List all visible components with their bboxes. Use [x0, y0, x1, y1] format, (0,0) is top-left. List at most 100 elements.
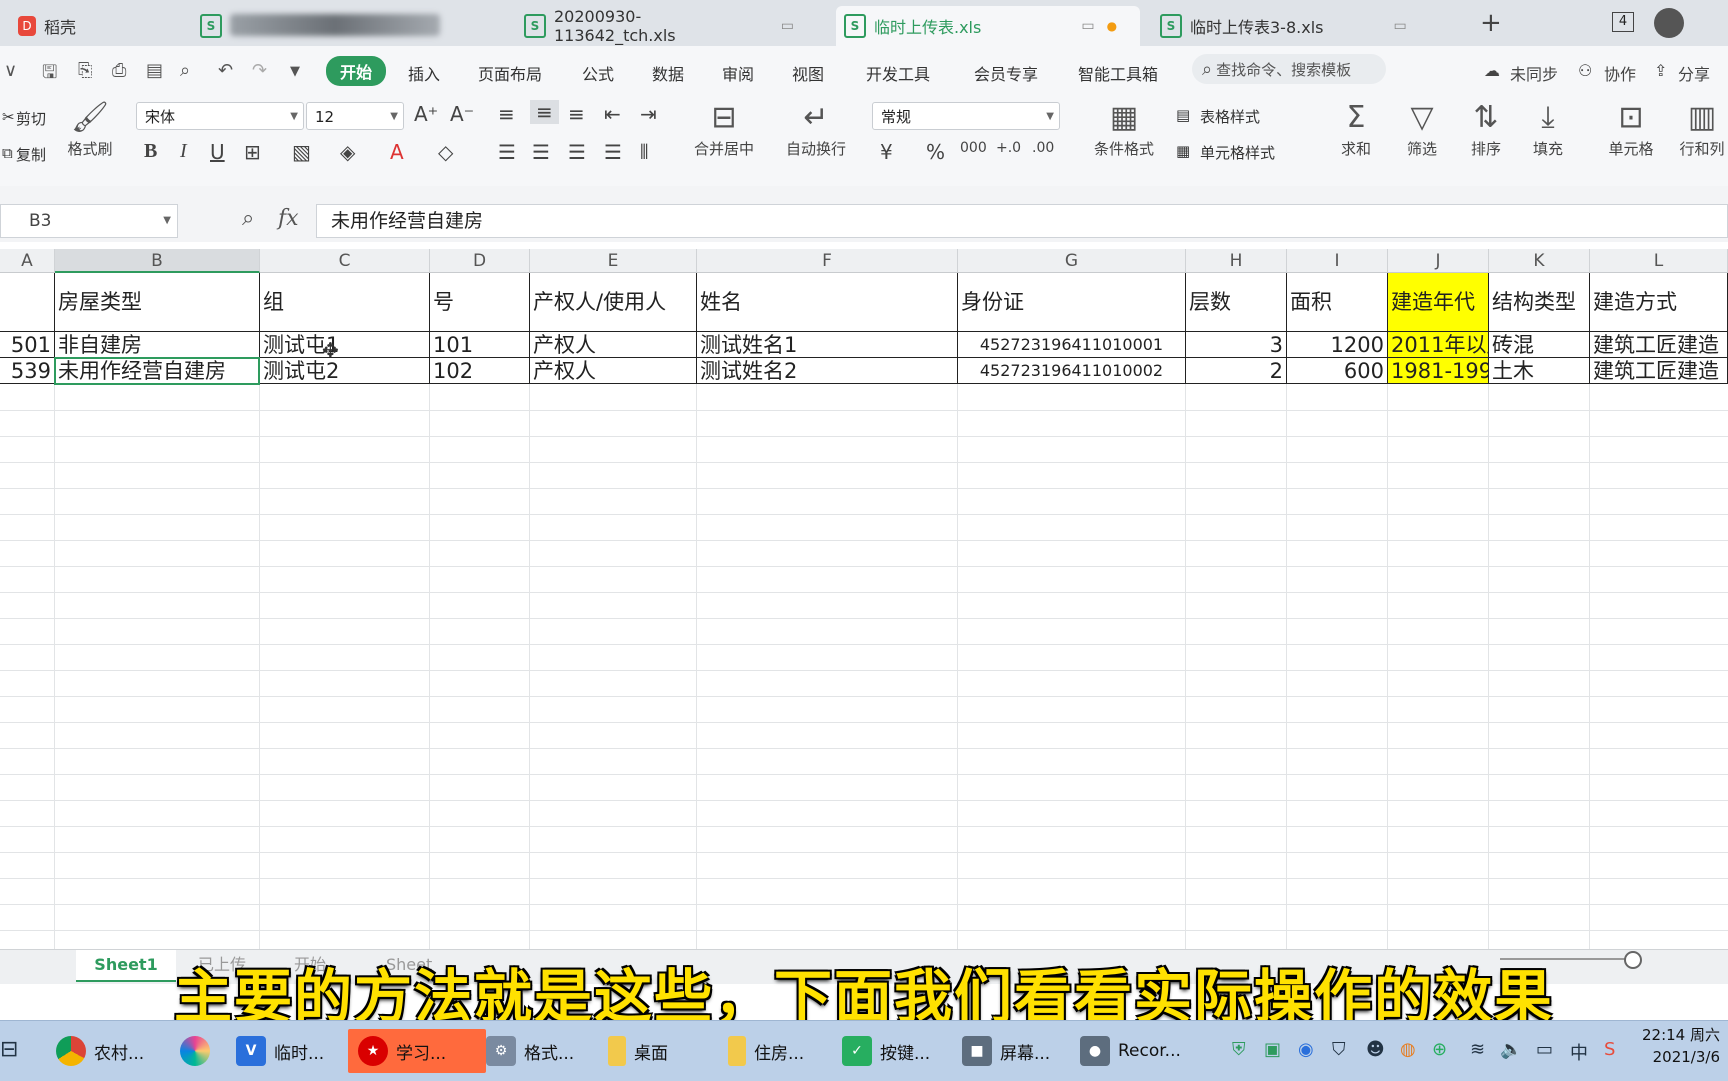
cell-e-row1[interactable]: 产权人	[530, 332, 697, 358]
redo-icon[interactable]: ↷	[252, 60, 267, 81]
taskbar-item-desktop[interactable]: 桌面	[608, 1029, 668, 1073]
cell-a-row1[interactable]: 501	[0, 332, 55, 358]
header-cell-j[interactable]: 建造年代	[1388, 273, 1489, 332]
menu-start[interactable]: 开始	[326, 56, 387, 86]
indent-icon[interactable]: ⇥	[640, 102, 657, 126]
cell-k-row2[interactable]: 土木	[1489, 358, 1590, 384]
fill-style-icon[interactable]: ▧	[292, 140, 311, 164]
increase-font-icon[interactable]: A⁺	[414, 102, 438, 126]
column-header-f[interactable]: F	[697, 249, 958, 273]
print-setup-icon[interactable]: ▤	[146, 60, 163, 81]
menu-developer[interactable]: 开发工具	[866, 61, 930, 85]
number-format-select[interactable]: 常规 ▼	[872, 102, 1060, 130]
cell-j-row2[interactable]: 1981-1990	[1388, 358, 1489, 384]
column-header-c[interactable]: C	[260, 249, 430, 273]
align-top-icon[interactable]: ≡	[498, 102, 515, 126]
wifi-icon[interactable]: ≋	[1470, 1039, 1485, 1060]
task-view-icon[interactable]: ⊟	[0, 1037, 18, 1062]
name-box[interactable]: B3 ▼	[0, 204, 178, 238]
bold-icon[interactable]: B	[144, 140, 157, 163]
menu-member[interactable]: 会员专享	[974, 61, 1038, 85]
fx-icon[interactable]: fx	[278, 206, 299, 231]
sort-button[interactable]: ⇅ 排序	[1458, 98, 1514, 159]
header-cell-e[interactable]: 产权人/使用人	[530, 273, 697, 332]
avatar[interactable]	[1654, 8, 1684, 38]
taskbar-item-browser[interactable]	[180, 1029, 218, 1073]
clear-format-icon[interactable]: ◇	[438, 140, 453, 164]
menu-page-layout[interactable]: 页面布局	[478, 61, 542, 85]
column-header-a[interactable]: A	[0, 249, 55, 273]
copy-button[interactable]: 复制	[16, 144, 46, 165]
tray-app-icon[interactable]: ▣	[1264, 1039, 1281, 1060]
header-cell-b[interactable]: 房屋类型	[55, 273, 260, 332]
sogou-icon[interactable]: S	[1604, 1039, 1615, 1060]
align-right-icon[interactable]: ☰	[568, 140, 586, 164]
cell-style-button[interactable]: 单元格样式	[1200, 142, 1275, 163]
cell-j-row1[interactable]: 2011年以后	[1388, 332, 1489, 358]
taskbar-item-chrome[interactable]: 农村...	[56, 1029, 144, 1073]
tab-blurred[interactable]: S	[200, 6, 450, 46]
taskbar-item-housing[interactable]: 住房...	[728, 1029, 804, 1073]
fill-color-icon[interactable]: ◈	[340, 140, 355, 164]
print-icon[interactable]: ⎙	[112, 60, 126, 81]
taskbar-item-format[interactable]: ⚙ 格式...	[486, 1029, 574, 1073]
table-style-button[interactable]: 表格样式	[1200, 106, 1260, 127]
zoom-icon[interactable]: ⌕	[242, 206, 254, 231]
decrease-font-icon[interactable]: A⁻	[450, 102, 474, 126]
cell-l-row2[interactable]: 建筑工匠建造	[1590, 358, 1728, 384]
border-icon[interactable]: ⊞	[244, 140, 261, 164]
qq-icon[interactable]: ☻	[1366, 1039, 1385, 1060]
increase-decimal-icon[interactable]: +.0	[996, 140, 1021, 156]
tab-file-2[interactable]: S 临时上传表.xls ▭ ●	[836, 6, 1140, 46]
taskbar-item-screen[interactable]: ■ 屏幕...	[962, 1029, 1050, 1073]
volume-icon[interactable]: 🔈	[1500, 1039, 1522, 1060]
underline-icon[interactable]: U	[210, 140, 225, 164]
justify-icon[interactable]: ☰	[604, 140, 622, 164]
cell-button[interactable]: ⊡ 单元格	[1598, 98, 1664, 159]
align-bottom-icon[interactable]: ≡	[568, 102, 585, 126]
share-button[interactable]: 分享	[1678, 61, 1710, 85]
tab-docer[interactable]: D 稻壳	[18, 6, 178, 46]
window-count-badge[interactable]: 4	[1612, 12, 1634, 32]
column-header-l[interactable]: L	[1590, 249, 1728, 273]
decrease-decimal-icon[interactable]: .00	[1032, 140, 1054, 156]
header-cell-a[interactable]	[0, 273, 55, 332]
tab-file-1[interactable]: S 20200930-113642_tch.xls ▭	[524, 6, 794, 46]
cell-c-row1[interactable]: 测试屯1	[260, 332, 430, 358]
cell-c-row2[interactable]: 测试屯2	[260, 358, 430, 384]
italic-icon[interactable]: I	[180, 140, 187, 163]
spreadsheet-grid[interactable]: A B C D E F G H I J K L 房屋类型组号产权人/使用人 姓名 身份证 层数 面积 建造年代 结构…	[0, 249, 1728, 949]
battery-icon[interactable]: ▭	[1536, 1039, 1553, 1060]
print-preview-icon[interactable]: ⌕	[180, 60, 190, 81]
taskbar-item-recorder[interactable]: ● Recor...	[1080, 1029, 1181, 1073]
taskbar-item-wps-sheet[interactable]: V 临时...	[236, 1029, 324, 1073]
header-cell-c[interactable]: 组	[260, 273, 430, 332]
tray-plus-icon[interactable]: ⊕	[1432, 1039, 1447, 1060]
cell-f-row2[interactable]: 测试姓名2	[697, 358, 958, 384]
filter-button[interactable]: ▽ 筛选	[1394, 98, 1450, 159]
header-cell-g[interactable]: 身份证	[958, 273, 1186, 332]
column-header-j[interactable]: J	[1388, 249, 1489, 273]
sync-status[interactable]: 未同步	[1510, 61, 1558, 85]
cut-button[interactable]: 剪切	[16, 108, 46, 129]
cell-g-row1[interactable]: 452723196411010001	[958, 332, 1186, 358]
header-cell-k[interactable]: 结构类型	[1489, 273, 1590, 332]
cell-d-row1[interactable]: 101	[430, 332, 530, 358]
header-cell-f[interactable]: 姓名	[697, 273, 958, 332]
cell-h-row1[interactable]: 3	[1186, 332, 1287, 358]
font-color-icon[interactable]: A	[390, 140, 404, 164]
column-header-d[interactable]: D	[430, 249, 530, 273]
export-pdf-icon[interactable]: ⎘	[78, 60, 92, 81]
menu-formulas[interactable]: 公式	[582, 61, 614, 85]
fill-button[interactable]: ⤓ 填充	[1520, 98, 1576, 159]
cell-e-row2[interactable]: 产权人	[530, 358, 697, 384]
font-size-select[interactable]: 12 ▼	[306, 102, 404, 130]
wrap-text-button[interactable]: ↵ 自动换行	[778, 98, 854, 159]
header-cell-i[interactable]: 面积	[1287, 273, 1388, 332]
menu-insert[interactable]: 插入	[408, 61, 440, 85]
sum-button[interactable]: Σ 求和	[1328, 98, 1384, 159]
tray-orange-icon[interactable]: ◍	[1400, 1039, 1416, 1060]
rows-cols-button[interactable]: ▥ 行和列	[1676, 98, 1728, 159]
cell-b-row1[interactable]: 非自建房	[55, 332, 260, 358]
menu-view[interactable]: 视图	[792, 61, 824, 85]
